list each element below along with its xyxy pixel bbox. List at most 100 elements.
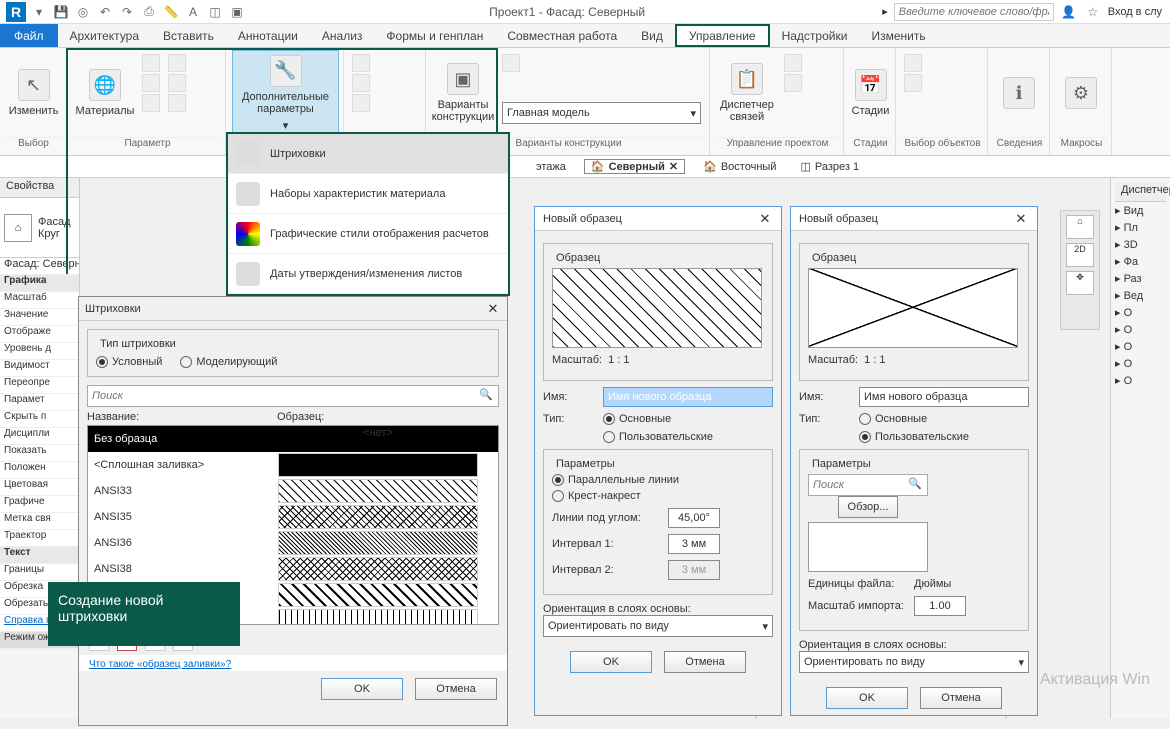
property-row[interactable]: Цветовая	[0, 479, 79, 496]
close-button[interactable]: ✕	[1013, 211, 1029, 227]
settings-icon-3[interactable]	[352, 94, 370, 112]
param-icon-5[interactable]	[168, 74, 186, 92]
sample-ok-button[interactable]: OK	[570, 651, 652, 673]
undo-icon[interactable]: ↶	[96, 3, 114, 21]
property-row[interactable]: Метка свя	[0, 513, 79, 530]
sample-cancel-button[interactable]: Отмена	[664, 651, 746, 673]
tree-item[interactable]: ▸ 3D	[1115, 236, 1166, 253]
tree-item[interactable]: ▸ О	[1115, 355, 1166, 372]
param-icon-1[interactable]	[142, 54, 160, 72]
nav-icon[interactable]: ✥	[1066, 271, 1094, 295]
browse-button[interactable]: Обзор...	[838, 496, 898, 518]
dropdown-sheet-dates[interactable]: Даты утверждения/изменения листов	[228, 254, 508, 294]
orientation-combo[interactable]: Ориентировать по виду▾	[799, 651, 1029, 673]
radio-modeling[interactable]: Моделирующий	[180, 356, 277, 368]
menu-analysis[interactable]: Анализ	[310, 24, 375, 47]
tree-item[interactable]: ▸ О	[1115, 372, 1166, 389]
close-button[interactable]: ✕	[757, 211, 773, 227]
proj-icon-1[interactable]	[784, 54, 802, 72]
text-icon[interactable]: A	[184, 3, 202, 21]
menu-insert[interactable]: Вставить	[151, 24, 226, 47]
dropdown-material-sets[interactable]: Наборы характеристик материала	[228, 174, 508, 214]
tab-floor[interactable]: этажа	[530, 161, 572, 173]
pattern-row[interactable]: ANSI33	[88, 478, 498, 504]
sync-icon[interactable]: ◎	[74, 3, 92, 21]
sample-cancel-button[interactable]: Отмена	[920, 687, 1002, 709]
additional-params-button[interactable]: 🔧Дополнительные параметры▾	[232, 50, 339, 136]
param-icon-2[interactable]	[142, 74, 160, 92]
property-row[interactable]: Видимост	[0, 360, 79, 377]
tree-item[interactable]: ▸ Вид	[1115, 202, 1166, 219]
menu-manage[interactable]: Управление	[675, 24, 770, 47]
tree-item[interactable]: ▸ Раз	[1115, 270, 1166, 287]
tab-section[interactable]: ◫ Разрез 1	[794, 160, 865, 173]
print-icon[interactable]: ⎙	[140, 3, 158, 21]
param-icon-6[interactable]	[168, 94, 186, 112]
close-button[interactable]: ✕	[485, 301, 501, 317]
pattern-row[interactable]: ANSI36	[88, 530, 498, 556]
view-icon[interactable]: ▣	[228, 3, 246, 21]
fav-icon[interactable]: ☆	[1084, 3, 1102, 21]
hatch-search[interactable]	[87, 385, 499, 407]
sample-ok-button[interactable]: OK	[826, 687, 908, 709]
property-row[interactable]: Отображе	[0, 326, 79, 343]
property-row[interactable]: Графиче	[0, 496, 79, 513]
tree-item[interactable]: ▸ О	[1115, 338, 1166, 355]
radio-cross[interactable]: Крест-накрест	[552, 490, 764, 502]
tab-north[interactable]: 🏠 Северный ✕	[584, 159, 685, 174]
hatch-cancel-button[interactable]: Отмена	[415, 678, 497, 700]
dropdown-graphic-styles[interactable]: Графические стили отображения расчетов	[228, 214, 508, 254]
main-model-combo[interactable]: Главная модель▾	[502, 102, 701, 124]
measure-icon[interactable]: 📏	[162, 3, 180, 21]
tree-item[interactable]: ▸ Пл	[1115, 219, 1166, 236]
property-row[interactable]: Парамет	[0, 394, 79, 411]
radio-basic[interactable]: Основные	[603, 413, 671, 425]
property-row[interactable]: Дисципли	[0, 428, 79, 445]
modify-tool[interactable]: ↖Изменить	[4, 50, 63, 136]
property-row[interactable]: Переопре	[0, 377, 79, 394]
dropdown-hatches[interactable]: Штриховки	[228, 134, 508, 174]
save-icon[interactable]: 💾	[52, 3, 70, 21]
macros-button[interactable]: ⚙	[1056, 50, 1106, 136]
close-icon[interactable]: ✕	[669, 160, 678, 173]
project-browser[interactable]: Диспетчер ▸ Вид▸ Пл▸ 3D▸ Фа▸ Раз▸ Вед▸ О…	[1110, 178, 1170, 718]
interval2-input[interactable]	[668, 560, 720, 580]
tree-item[interactable]: ▸ О	[1115, 321, 1166, 338]
view-cube[interactable]: ⌂ 2D ✥	[1060, 210, 1100, 330]
settings-icon-2[interactable]	[352, 74, 370, 92]
property-row[interactable]: Значение	[0, 309, 79, 326]
param-icon-3[interactable]	[142, 94, 160, 112]
property-row[interactable]: Уровень д	[0, 343, 79, 360]
hatch-ok-button[interactable]: OK	[321, 678, 403, 700]
orientation-combo[interactable]: Ориентировать по виду▾	[543, 615, 773, 637]
help-icon[interactable]: 👤	[1060, 3, 1078, 21]
redo-icon[interactable]: ↷	[118, 3, 136, 21]
info-button[interactable]: ℹ	[994, 50, 1044, 136]
param-icon-4[interactable]	[168, 54, 186, 72]
menu-file[interactable]: Файл	[0, 24, 58, 47]
menu-collaborate[interactable]: Совместная работа	[495, 24, 629, 47]
menu-view[interactable]: Вид	[629, 24, 675, 47]
materials-button[interactable]: 🌐Материалы	[74, 50, 136, 136]
stages-button[interactable]: 📅Стадии	[850, 50, 891, 136]
property-row[interactable]: Показать	[0, 445, 79, 462]
pattern-row[interactable]: ANSI35	[88, 504, 498, 530]
import-scale-input[interactable]	[914, 596, 966, 616]
pattern-row[interactable]: Без образца<нет>	[88, 426, 498, 452]
sel-icon-2[interactable]	[904, 74, 922, 92]
proj-icon-2[interactable]	[784, 74, 802, 92]
what-is-fill-link[interactable]: Что такое «образец заливки»?	[79, 655, 507, 672]
2d-icon[interactable]: 2D	[1066, 243, 1094, 267]
radio-parallel[interactable]: Параллельные линии	[552, 474, 764, 486]
property-row[interactable]: Положен	[0, 462, 79, 479]
radio-custom[interactable]: Пользовательские	[859, 431, 969, 443]
settings-icon-1[interactable]	[352, 54, 370, 72]
login-link[interactable]: Вход в слу	[1108, 6, 1162, 18]
menu-modify[interactable]: Изменить	[859, 24, 937, 47]
property-row[interactable]: Масштаб	[0, 292, 79, 309]
menu-addins[interactable]: Надстройки	[770, 24, 860, 47]
tree-item[interactable]: ▸ Вед	[1115, 287, 1166, 304]
variant-icon[interactable]	[502, 54, 520, 72]
param-list[interactable]	[808, 522, 928, 572]
sample-name-input[interactable]	[603, 387, 773, 407]
